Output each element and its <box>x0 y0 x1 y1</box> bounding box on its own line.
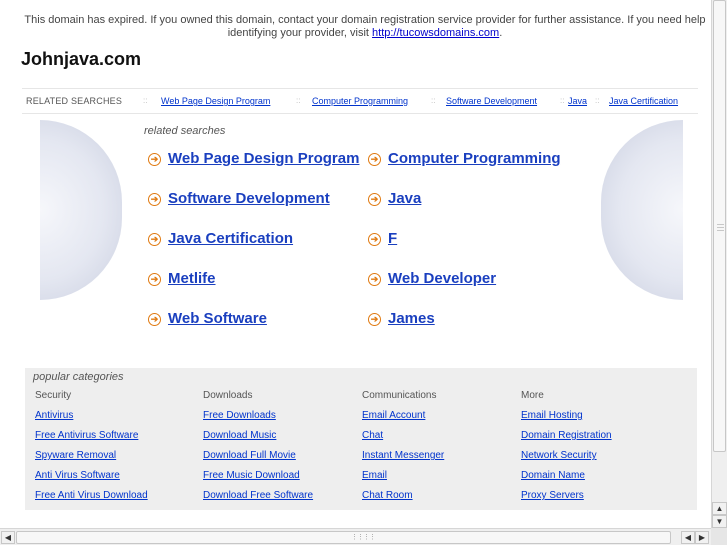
horizontal-scroll-thumb[interactable]: ⋮⋮⋮⋮ <box>16 531 671 544</box>
category-link[interactable]: Email <box>362 470 444 490</box>
arrow-down-icon[interactable]: ▼ <box>712 515 727 528</box>
related-search-item[interactable]: ➔ Java <box>368 190 421 207</box>
separator: :: <box>431 96 436 105</box>
arrow-up-icon[interactable]: ▲ <box>712 502 727 515</box>
category-link[interactable]: Chat <box>362 430 444 450</box>
circle-arrow-right-icon: ➔ <box>368 193 381 206</box>
related-bar-link[interactable]: Computer Programming <box>312 89 408 113</box>
related-search-link[interactable]: James <box>388 310 435 327</box>
related-search-item[interactable]: ➔ Web Developer <box>368 270 496 287</box>
related-search-item[interactable]: ➔ Metlife <box>148 270 216 287</box>
expired-notice: This domain has expired. If you owned th… <box>20 14 710 40</box>
category-link[interactable]: Instant Messenger <box>362 450 444 470</box>
circle-arrow-right-icon: ➔ <box>148 153 161 166</box>
vertical-scrollbar[interactable]: — — — ▲ ▼ <box>711 0 727 528</box>
separator: :: <box>296 96 301 105</box>
related-search-link[interactable]: Web Software <box>168 310 267 327</box>
related-search-item[interactable]: ➔ Web Software <box>148 310 267 327</box>
category-column-security: Security Antivirus Free Antivirus Softwa… <box>35 390 148 510</box>
category-link[interactable]: Download Full Movie <box>203 450 313 470</box>
circle-arrow-right-icon: ➔ <box>148 313 161 326</box>
popular-categories-title: popular categories <box>33 371 124 383</box>
expired-notice-text: This domain has expired. If you owned th… <box>24 14 706 39</box>
related-bar-link[interactable]: Software Development <box>446 89 537 113</box>
category-link[interactable]: Free Anti Virus Download <box>35 490 148 510</box>
category-link[interactable]: Email Hosting <box>521 410 612 430</box>
related-search-item[interactable]: ➔ F <box>368 230 397 247</box>
category-heading: Downloads <box>203 390 253 401</box>
notice-period: . <box>499 27 503 39</box>
category-heading: Security <box>35 390 72 401</box>
category-link[interactable]: Email Account <box>362 410 444 430</box>
related-search-link[interactable]: Web Developer <box>388 270 496 287</box>
decorative-arc-left <box>40 120 122 300</box>
related-search-link[interactable]: Software Development <box>168 190 330 207</box>
circle-arrow-right-icon: ➔ <box>368 313 381 326</box>
circle-arrow-right-icon: ➔ <box>148 193 161 206</box>
related-search-link[interactable]: F <box>388 230 397 247</box>
related-search-link[interactable]: Computer Programming <box>388 150 561 167</box>
category-link[interactable]: Free Antivirus Software <box>35 430 148 450</box>
related-bar-link[interactable]: Java <box>568 89 587 113</box>
related-bar-label: RELATED SEARCHES <box>26 96 123 106</box>
separator: :: <box>595 96 600 105</box>
circle-arrow-right-icon: ➔ <box>148 273 161 286</box>
category-heading: Communications <box>362 390 437 401</box>
category-heading: More <box>521 390 544 401</box>
tucows-link[interactable]: http://tucowsdomains.com <box>372 27 499 39</box>
arrow-left-icon[interactable]: ◀ <box>1 531 15 544</box>
decorative-arc-right <box>601 120 683 300</box>
category-link[interactable]: Antivirus <box>35 410 148 430</box>
category-column-more: More Email Hosting Domain Registration N… <box>521 390 612 510</box>
arrow-left-icon[interactable]: ◀ <box>681 531 695 544</box>
grip-icon: — — — <box>717 221 724 234</box>
related-search-link[interactable]: Java <box>388 190 421 207</box>
separator: :: <box>143 96 148 105</box>
scrollbar-corner <box>711 528 727 545</box>
circle-arrow-right-icon: ➔ <box>368 153 381 166</box>
related-searches-heading: related searches <box>144 125 226 137</box>
category-column-downloads: Downloads Free Downloads Download Music … <box>203 390 313 510</box>
arrow-right-icon[interactable]: ▶ <box>695 531 709 544</box>
related-search-link[interactable]: Web Page Design Program <box>168 150 359 167</box>
related-search-item[interactable]: ➔ Software Development <box>148 190 330 207</box>
related-bar-link[interactable]: Web Page Design Program <box>161 89 270 113</box>
circle-arrow-right-icon: ➔ <box>148 233 161 246</box>
grip-icon: ⋮⋮⋮⋮ <box>351 534 376 541</box>
category-link[interactable]: Domain Registration <box>521 430 612 450</box>
category-link[interactable]: Free Music Download <box>203 470 313 490</box>
related-search-link[interactable]: Metlife <box>168 270 216 287</box>
site-title: Johnjava.com <box>21 49 142 69</box>
category-link[interactable]: Free Downloads <box>203 410 313 430</box>
category-link[interactable]: Chat Room <box>362 490 444 510</box>
category-link[interactable]: Network Security <box>521 450 612 470</box>
related-bar-link[interactable]: Java Certification <box>609 89 678 113</box>
related-search-link[interactable]: Java Certification <box>168 230 293 247</box>
category-link[interactable]: Anti Virus Software <box>35 470 148 490</box>
vertical-scroll-thumb[interactable]: — — — <box>713 0 726 452</box>
related-search-item[interactable]: ➔ Java Certification <box>148 230 293 247</box>
category-link[interactable]: Domain Name <box>521 470 612 490</box>
category-column-communications: Communications Email Account Chat Instan… <box>362 390 444 510</box>
category-link[interactable]: Spyware Removal <box>35 450 148 470</box>
related-search-item[interactable]: ➔ Web Page Design Program <box>148 150 359 167</box>
category-link[interactable]: Proxy Servers <box>521 490 612 510</box>
circle-arrow-right-icon: ➔ <box>368 273 381 286</box>
horizontal-scrollbar[interactable]: ◀ ⋮⋮⋮⋮ ◀ ▶ <box>0 528 711 545</box>
separator: :: <box>560 96 565 105</box>
category-link[interactable]: Download Music <box>203 430 313 450</box>
circle-arrow-right-icon: ➔ <box>368 233 381 246</box>
popular-categories-panel: popular categories Security Antivirus Fr… <box>25 368 697 510</box>
category-link[interactable]: Download Free Software <box>203 490 313 510</box>
related-search-item[interactable]: ➔ James <box>368 310 435 327</box>
related-searches-bar: RELATED SEARCHES :: Web Page Design Prog… <box>22 88 698 114</box>
related-search-item[interactable]: ➔ Computer Programming <box>368 150 561 167</box>
